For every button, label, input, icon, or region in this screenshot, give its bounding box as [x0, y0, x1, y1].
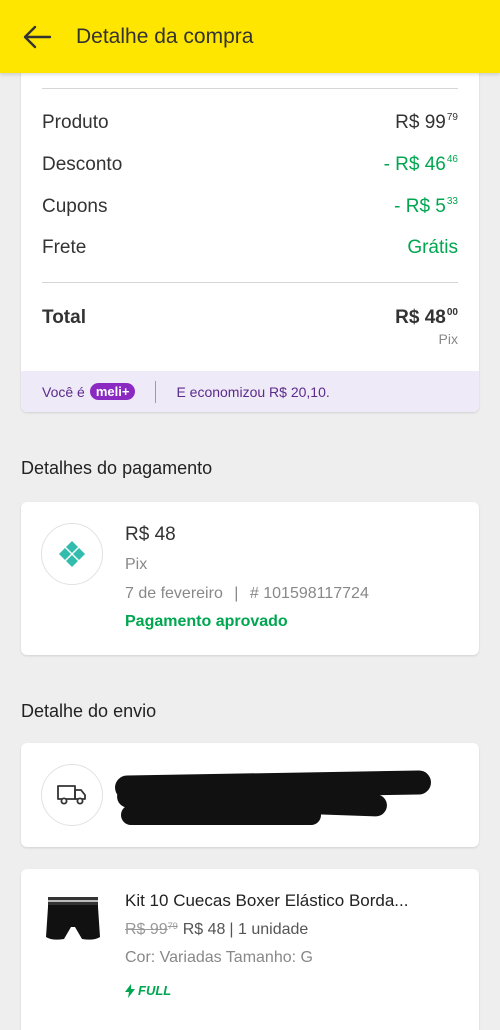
payment-date: 7 de fevereiro — [125, 585, 223, 602]
meli-prefix: Você é — [42, 383, 85, 400]
product-title[interactable]: Kit 10 Cuecas Boxer Elástico Borda... — [125, 891, 465, 911]
summary-value: Grátis — [407, 237, 458, 258]
summary-label: Produto — [42, 112, 109, 133]
pix-icon — [59, 541, 85, 567]
product-price-line: R$ 99 79 R$ 48 | 1 unidade — [125, 921, 308, 939]
total-label: Total — [42, 307, 86, 328]
price-summary-card: Produto R$ 99 79 Desconto - R$ 46 46 Cupon… — [21, 60, 479, 412]
summary-value: R$ 99 79 — [395, 112, 458, 133]
full-label: FULL — [138, 983, 172, 998]
product-image — [42, 889, 104, 951]
lightning-icon — [125, 983, 135, 998]
total-value: R$ 48 00 — [395, 307, 458, 328]
full-shipping-badge: FULL — [125, 983, 171, 998]
meli-plus-badge: meli+ — [89, 383, 136, 400]
summary-row-discount: Desconto - R$ 46 46 — [42, 154, 458, 176]
divider — [42, 282, 458, 283]
shipping-section-title: Detalhe do envio — [21, 701, 157, 721]
summary-row-product: Produto R$ 99 79 — [42, 112, 458, 134]
divider — [42, 88, 458, 89]
summary-row-coupons: Cupons - R$ 5 33 — [42, 196, 458, 218]
product-variant: Cor: Variadas Tamanho: G — [125, 949, 313, 966]
payment-operation-id: # 101598117724 — [249, 585, 369, 602]
product-price: R$ 48 — [182, 921, 226, 938]
payment-meta: 7 de fevereiro | # 101598117724 — [125, 585, 369, 603]
divider — [155, 380, 157, 403]
product-quantity: | 1 unidade — [229, 921, 309, 938]
summary-row-total: Total R$ 48 00 — [42, 307, 458, 329]
pix-icon-circle — [41, 523, 103, 585]
boxer-image — [46, 897, 100, 940]
summary-value: - R$ 5 33 — [394, 196, 458, 217]
product-card[interactable]: Kit 10 Cuecas Boxer Elástico Borda... R$… — [21, 869, 479, 1030]
summary-label: Desconto — [42, 154, 123, 175]
summary-label: Frete — [42, 237, 87, 258]
summary-row-shipping: Frete Grátis — [42, 237, 458, 259]
payment-card[interactable]: R$ 48 Pix 7 de fevereiro | # 10159811772… — [21, 502, 479, 655]
payment-method: Pix — [125, 556, 148, 573]
payment-section-title: Detalhes do pagamento — [21, 458, 213, 478]
total-payment-method: Pix — [438, 331, 458, 347]
payment-amount: R$ 48 — [125, 524, 176, 545]
truck-icon — [57, 785, 86, 805]
redaction-mark — [121, 805, 321, 825]
back-button[interactable] — [20, 20, 54, 54]
meta-separator: | — [234, 585, 239, 602]
arrow-left-icon — [23, 25, 52, 48]
shipping-card[interactable] — [21, 743, 479, 847]
summary-label: Cupons — [42, 196, 108, 217]
payment-status: Pagamento aprovado — [125, 613, 288, 630]
app-header: Detalhe da compra — [0, 0, 500, 73]
product-old-price: R$ 99 79 — [125, 921, 178, 938]
meli-plus-banner[interactable]: Você é meli+ E economizou R$ 20,10. — [21, 371, 479, 412]
truck-icon-circle — [41, 764, 103, 826]
meli-savings: E economizou R$ 20,10. — [176, 383, 330, 400]
summary-value: - R$ 46 46 — [383, 154, 458, 175]
page-title: Detalhe da compra — [76, 24, 254, 48]
